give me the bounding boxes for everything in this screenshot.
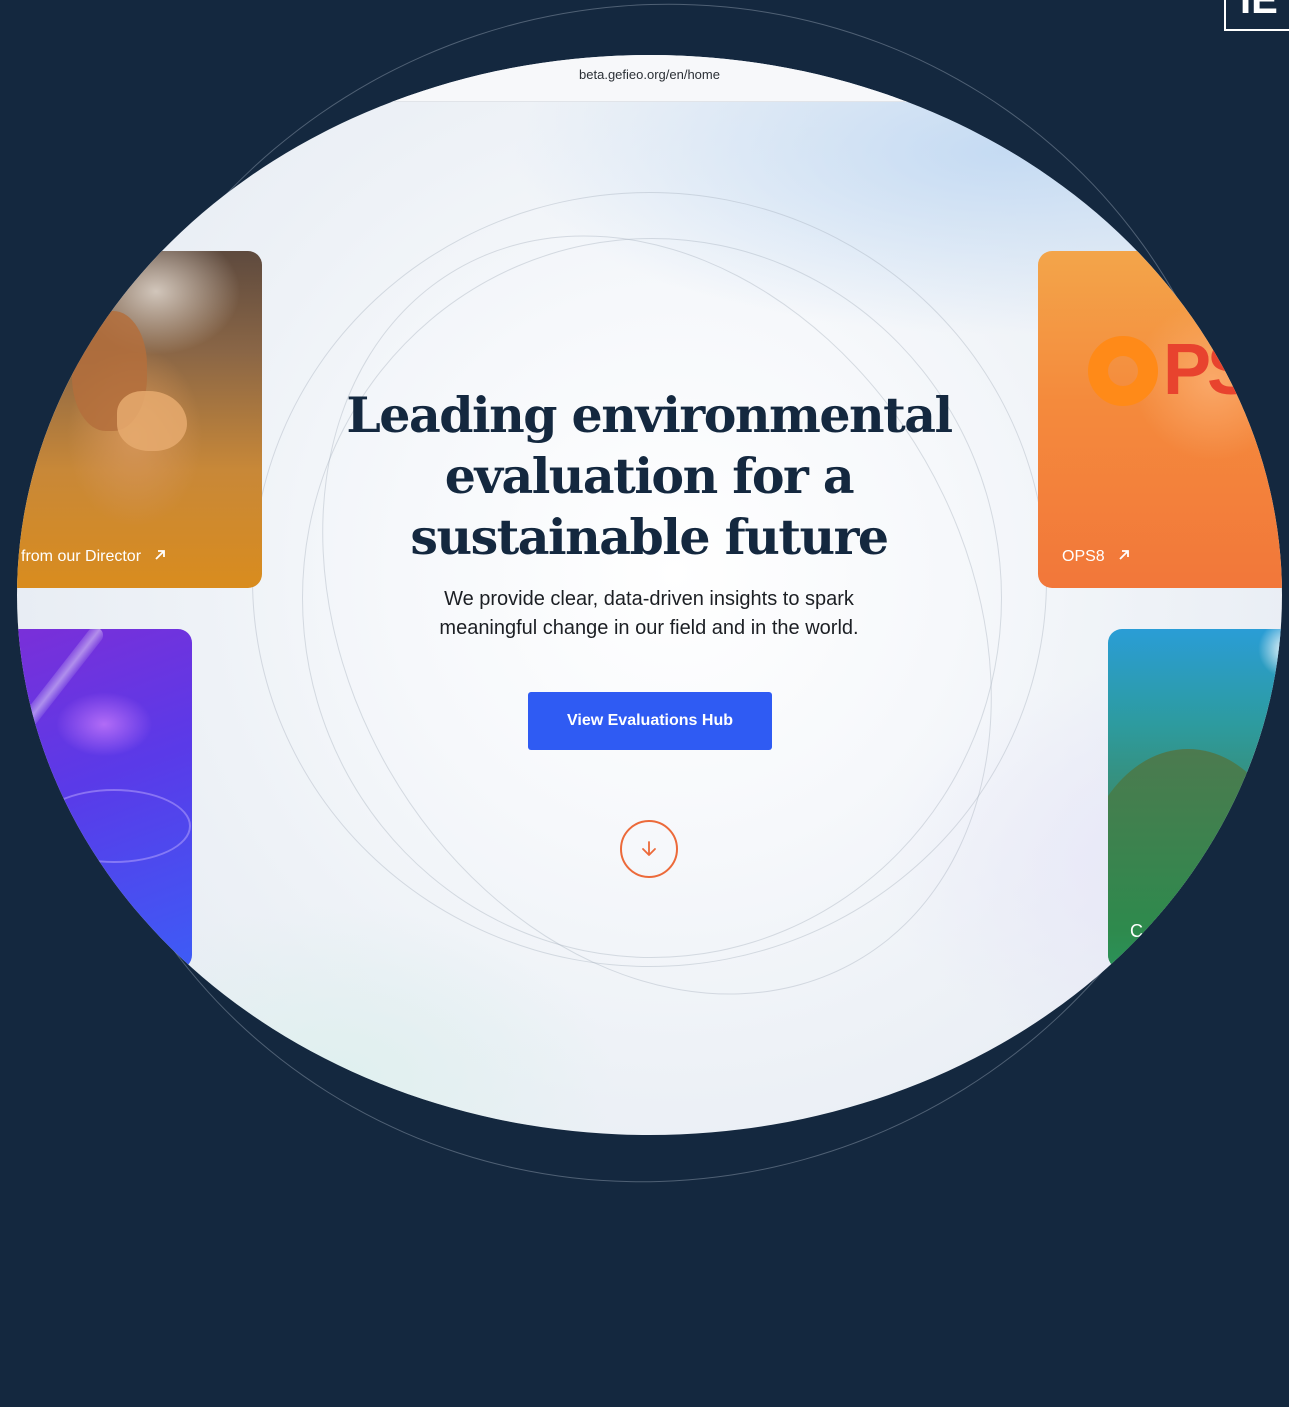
ops8-card-label-row: OPS8 (1062, 548, 1131, 566)
corner-logo-text: IE (1240, 0, 1278, 22)
director-card-label-row: from our Director (21, 548, 167, 566)
director-card-label: from our Director (21, 548, 142, 565)
sun-glare-image (1258, 629, 1282, 679)
petri-dish-image (37, 789, 191, 863)
corner-logo: IE (1224, 0, 1289, 31)
pipette-image (19, 629, 107, 729)
arrow-up-right-icon (155, 550, 166, 560)
address-bar[interactable]: beta.gefieo.org/en/home (17, 55, 1282, 102)
scroll-down-button[interactable] (620, 820, 678, 878)
director-card[interactable]: from our Director (17, 251, 262, 588)
ops8-card-label: OPS8 (1062, 548, 1105, 565)
ops-graphic-o (1088, 336, 1158, 406)
hero-subtitle: We provide clear, data-driven insights t… (439, 588, 859, 639)
ops-graphic-text: PS (1163, 330, 1255, 410)
landscape-card-label: C (1130, 921, 1143, 941)
url-text: beta.gefieo.org/en/home (579, 67, 720, 82)
director-photo-hand (117, 391, 187, 451)
browser-viewport: beta.gefieo.org/en/home from our Directo… (17, 55, 1282, 1135)
arrow-down-icon (642, 841, 656, 856)
landscape-card[interactable]: C (1108, 629, 1282, 969)
view-evaluations-hub-button[interactable]: View Evaluations Hub (528, 692, 772, 750)
science-card[interactable] (17, 629, 192, 969)
hero-title: Leading environmental evaluation for a s… (346, 386, 953, 566)
ops8-card[interactable]: PS OPS8 (1038, 251, 1282, 588)
arrow-up-right-icon (1119, 550, 1130, 560)
